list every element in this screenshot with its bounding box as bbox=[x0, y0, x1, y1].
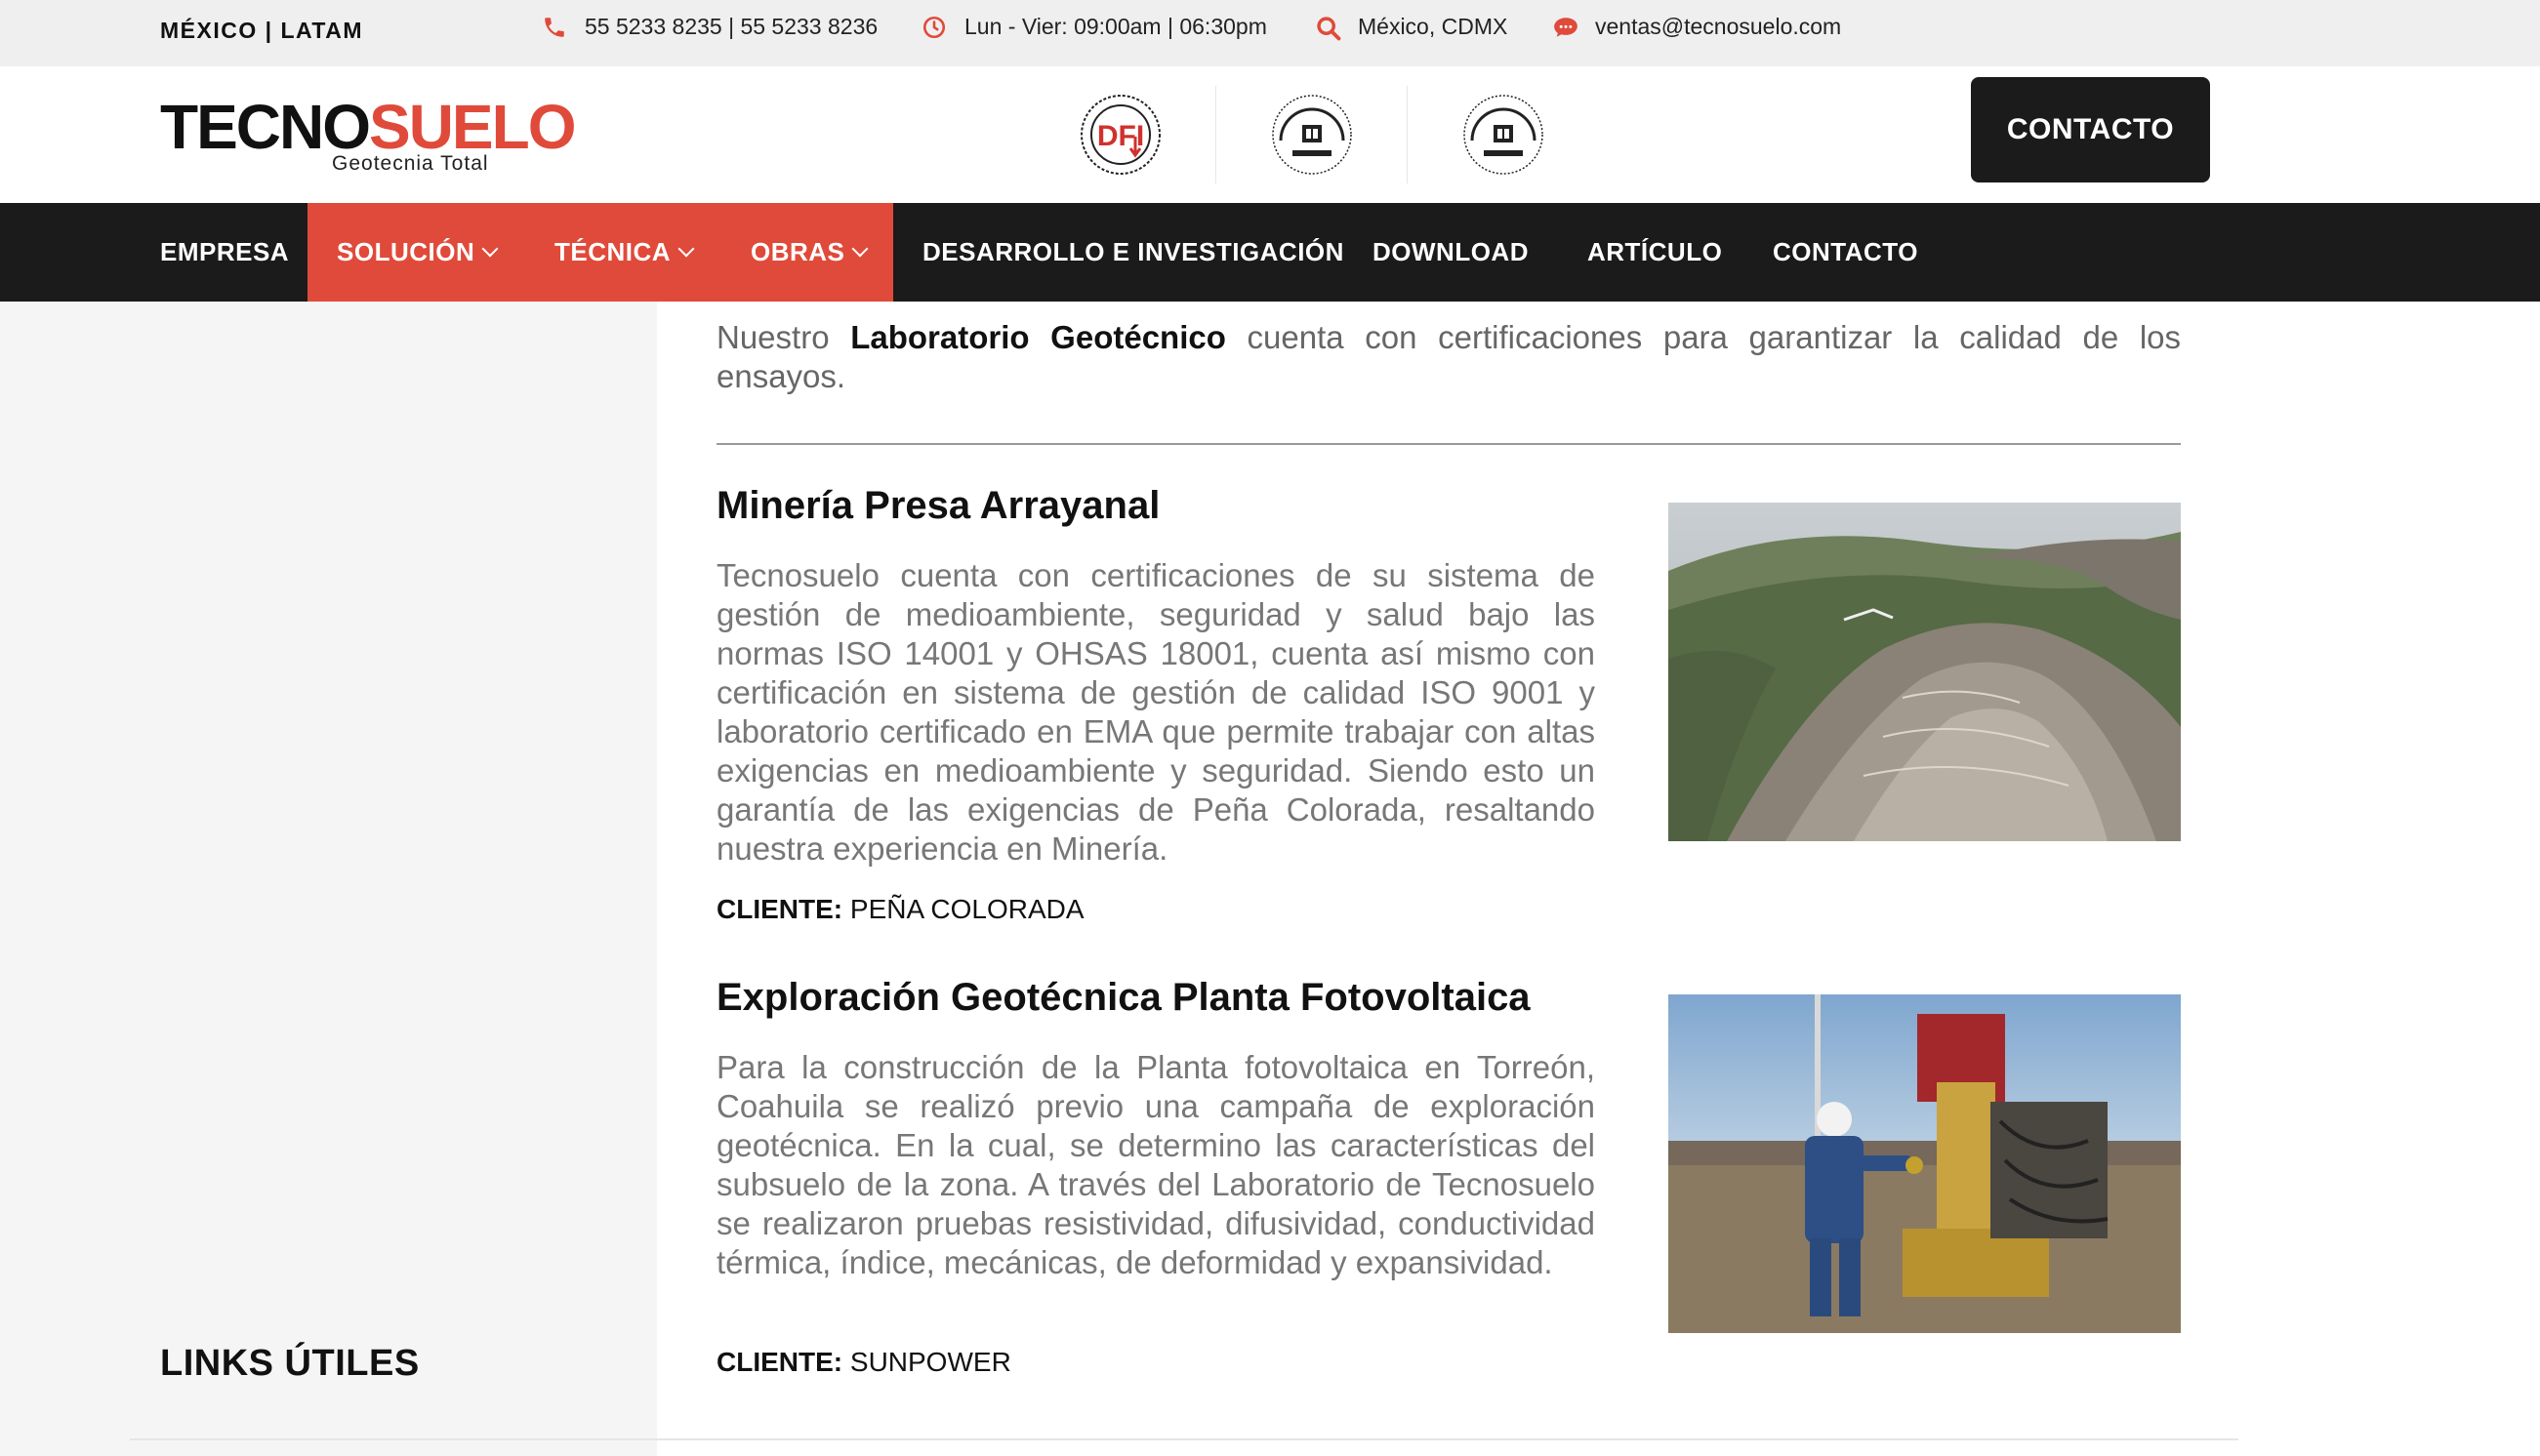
region-label: MÉXICO | LATAM bbox=[160, 18, 364, 43]
useful-links-title: LINKS ÚTILES bbox=[160, 1343, 420, 1384]
location-info[interactable]: México, CDMX bbox=[1315, 14, 1507, 40]
nav-item-tecnica[interactable]: TÉCNICA bbox=[554, 203, 695, 302]
nav-item-solucion[interactable]: SOLUCIÓN bbox=[337, 203, 499, 302]
chat-icon bbox=[1552, 15, 1577, 40]
project-title: Minería Presa Arrayanal bbox=[717, 484, 1161, 527]
chevron-down-icon bbox=[677, 240, 695, 257]
chevron-down-icon bbox=[851, 240, 869, 257]
iso-cert-logo-2 bbox=[1408, 86, 1599, 183]
iso-cert-logo-1 bbox=[1216, 86, 1408, 183]
logo-tagline: Geotecnia Total bbox=[332, 152, 489, 175]
hours-info: Lun - Vier: 09:00am | 06:30pm bbox=[922, 14, 1267, 40]
main-content bbox=[657, 302, 2540, 1456]
nav-item-empresa[interactable]: EMPRESA bbox=[160, 203, 289, 302]
project-description: Para la construcción de la Planta fotovo… bbox=[717, 1049, 1595, 1280]
nav-item-desarrollo[interactable]: DESARROLLO E INVESTIGACIÓN bbox=[922, 203, 1344, 302]
svg-text:DFI: DFI bbox=[1096, 120, 1143, 152]
chevron-down-icon bbox=[481, 240, 499, 257]
site-logo[interactable]: TECNOSUELO Geotecnia Total bbox=[160, 92, 576, 175]
dfi-cert-logo: DFI bbox=[1025, 86, 1216, 183]
footer-divider bbox=[130, 1438, 2238, 1440]
project-client: CLIENTE: SUNPOWER bbox=[717, 1347, 1011, 1377]
clock-icon bbox=[922, 15, 947, 40]
phone-text: 55 5233 8235 | 55 5233 8236 bbox=[585, 14, 879, 39]
contact-button[interactable]: CONTACTO bbox=[1971, 77, 2210, 182]
email-info[interactable]: ventas@tecnosuelo.com bbox=[1552, 14, 1841, 40]
project-client: CLIENTE: PEÑA COLORADA bbox=[717, 894, 1085, 924]
nav-item-obras[interactable]: OBRAS bbox=[751, 203, 869, 302]
project-description: Tecnosuelo cuenta con certificaciones de… bbox=[717, 557, 1595, 867]
certification-logos: DFI bbox=[1025, 86, 1599, 183]
mining-photo bbox=[1668, 503, 2181, 841]
search-icon bbox=[1315, 15, 1341, 40]
top-info-bar: MÉXICO | LATAM 55 5233 8235 | 55 5233 82… bbox=[0, 0, 2540, 66]
project-title: Exploración Geotécnica Planta Fotovoltai… bbox=[717, 976, 1531, 1019]
location-text: México, CDMX bbox=[1358, 14, 1508, 39]
email-text: ventas@tecnosuelo.com bbox=[1595, 14, 1842, 39]
sidebar bbox=[0, 302, 657, 1456]
nav-item-contacto[interactable]: CONTACTO bbox=[1773, 203, 1918, 302]
logo-wordmark: TECNOSUELO bbox=[160, 92, 576, 162]
hours-text: Lun - Vier: 09:00am | 06:30pm bbox=[964, 14, 1267, 39]
drilling-photo bbox=[1668, 994, 2181, 1333]
nav-item-download[interactable]: DOWNLOAD bbox=[1372, 203, 1529, 302]
intro-paragraph: Nuestro Laboratorio Geotécnico cuenta co… bbox=[717, 319, 2182, 394]
nav-item-articulo[interactable]: ARTÍCULO bbox=[1587, 203, 1722, 302]
phone-icon bbox=[542, 15, 567, 40]
main-nav: EMPRESA SOLUCIÓN TÉCNICA OBRAS DESARROLL… bbox=[0, 203, 2540, 302]
section-divider bbox=[717, 443, 2181, 445]
phone-info[interactable]: 55 5233 8235 | 55 5233 8236 bbox=[542, 14, 878, 40]
site-header: TECNOSUELO Geotecnia Total DFI CONTACTO bbox=[0, 66, 2540, 203]
